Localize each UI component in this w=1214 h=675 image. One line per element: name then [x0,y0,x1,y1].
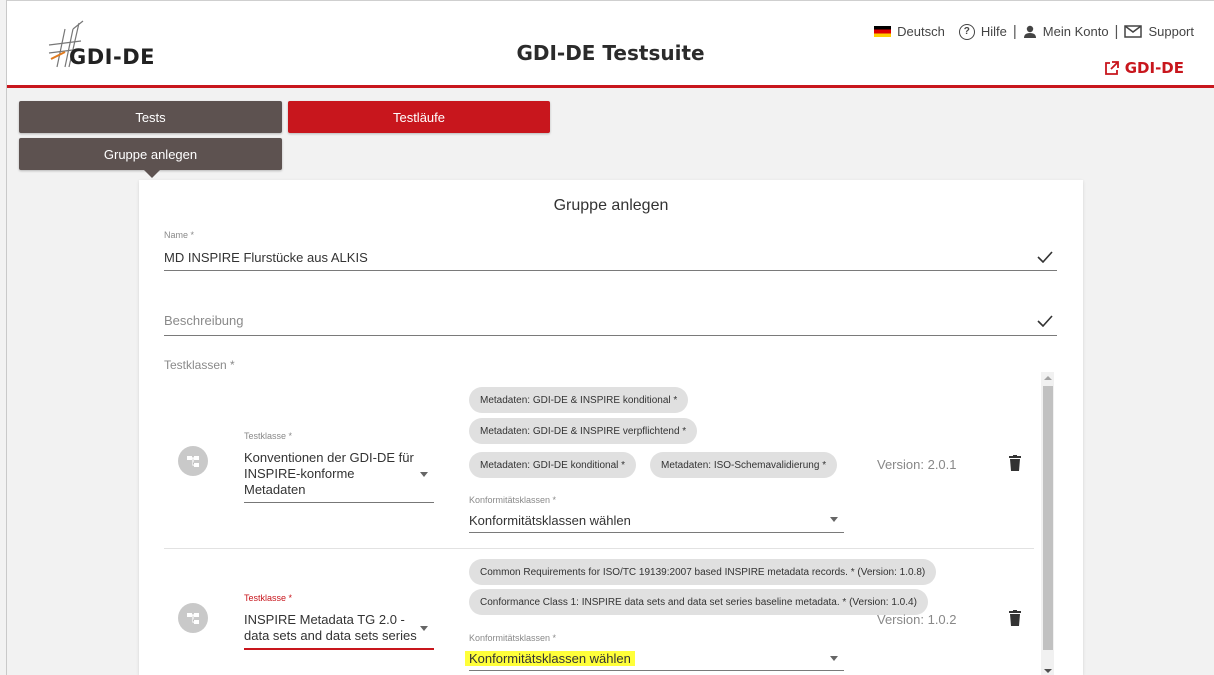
german-flag-icon [874,26,892,37]
row-separator [164,548,1034,549]
testklasse-label: Testklasse * [244,593,293,603]
testklasse-underline-active [244,648,434,650]
testklasse-line: Konventionen der GDI-DE für [244,450,414,465]
conformance-chip[interactable]: Conformance Class 1: INSPIRE data sets a… [469,589,928,615]
testklasse-select[interactable]: Konventionen der GDI-DE für INSPIRE-konf… [244,450,414,498]
testklassen-label: Testklassen * [164,358,235,372]
name-valid-check-icon [1037,251,1053,263]
testklasse-select[interactable]: INSPIRE Metadata TG 2.0 - data sets and … [244,612,434,644]
support-label: Support [1148,24,1194,39]
testklasse-underline [244,502,434,503]
account-link[interactable]: Mein Konto [1023,24,1109,39]
konformitaetsklassen-label: Konformitätsklassen * [469,633,557,643]
chevron-down-icon[interactable] [420,472,428,477]
conformance-chip[interactable]: Metadaten: GDI-DE & INSPIRE verpflichten… [469,418,698,444]
conformance-chip[interactable]: Metadaten: GDI-DE & INSPIRE konditional … [469,387,689,413]
name-field-underline [164,270,1057,271]
description-field[interactable]: Beschreibung [164,313,244,328]
tab-tests[interactable]: Tests [19,101,282,133]
testklasse-line: Metadaten [244,482,306,497]
testklasse-line: INSPIRE-konforme [244,466,355,481]
help-link[interactable]: ? Hilfe [958,23,1007,40]
description-valid-check-icon [1037,315,1053,327]
conformance-chip[interactable]: Metadaten: ISO-Schemavalidierung * [650,452,838,478]
language-label: Deutsch [897,24,945,39]
support-link[interactable]: Support [1124,24,1194,39]
app-header: GDI-DE GDI-DE Testsuite Deutsch ? Hilfe … [7,1,1214,88]
version-label: Version: 1.0.2 [877,612,957,627]
language-selector[interactable]: Deutsch [874,24,945,39]
chevron-down-icon[interactable] [830,656,838,661]
konformitaetsklassen-select[interactable]: Konformitätsklassen wählen [465,651,635,666]
account-label: Mein Konto [1042,24,1109,39]
hierarchy-icon [187,455,199,467]
top-navigation: Deutsch ? Hilfe | Mein Konto | Support [874,23,1194,40]
external-link-label: GDI-DE [1124,59,1184,77]
trash-icon[interactable] [1009,455,1021,471]
testklasse-line: INSPIRE Metadata TG 2.0 - [244,612,405,627]
testklasse-row-icon [178,446,208,476]
page-title: GDI-DE Testsuite [516,41,705,65]
external-link-icon [1104,60,1119,75]
konformitaetsklassen-underline [469,670,844,671]
tab-gruppe-anlegen[interactable]: Gruppe anlegen [19,138,282,178]
trash-icon[interactable] [1009,610,1021,626]
konformitaetsklassen-underline [469,532,844,533]
name-field[interactable]: MD INSPIRE Flurstücke aus ALKIS [164,250,368,265]
testklasse-label: Testklasse * [244,431,293,441]
scroll-down-arrow-icon[interactable] [1044,669,1052,673]
tab-testlaeufe[interactable]: Testläufe [288,101,550,133]
konformitaetsklassen-select[interactable]: Konformitätsklassen wählen [469,513,631,528]
version-label: Version: 2.0.1 [877,457,957,472]
testklasse-line: data sets and data sets series [244,628,417,643]
gdi-de-external-link[interactable]: GDI-DE [1104,59,1184,77]
konformitaetsklassen-label: Konformitätsklassen * [469,495,557,505]
conformance-chip[interactable]: Common Requirements for ISO/TC 19139:200… [469,559,937,585]
chevron-down-icon[interactable] [420,626,428,631]
window-left-border [6,0,7,675]
group-form-card: Gruppe anlegen Name * MD INSPIRE Flurstü… [139,180,1083,675]
help-label: Hilfe [980,24,1007,39]
hierarchy-icon [187,612,199,624]
mail-icon [1124,25,1143,38]
user-icon [1023,25,1036,38]
name-field-label: Name * [164,230,195,240]
nav-separator: | [1012,23,1017,40]
help-icon: ? [958,23,975,40]
description-field-underline [164,335,1057,336]
scroll-up-arrow-icon[interactable] [1044,376,1052,380]
chevron-down-icon[interactable] [830,517,838,522]
conformance-chip[interactable]: Metadaten: GDI-DE konditional * [469,452,637,478]
testklassen-scrollbar[interactable] [1041,372,1054,675]
scrollbar-thumb[interactable] [1043,386,1053,650]
form-title: Gruppe anlegen [553,197,669,214]
nav-separator: | [1114,23,1119,40]
testklasse-row-icon [178,603,208,633]
